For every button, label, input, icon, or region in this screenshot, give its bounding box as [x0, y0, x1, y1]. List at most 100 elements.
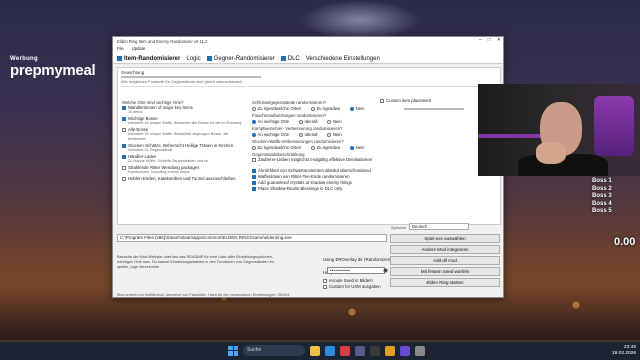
custom-placement-group: Custom item placement [380, 98, 490, 110]
maximize-button[interactable]: □ [488, 37, 491, 43]
checkbox-label: Custom for UXM ausgaben [329, 284, 381, 289]
tab-enemy-randomizer[interactable]: Gegner-Randomisierer [206, 55, 275, 62]
boss-list: Boss 1 Boss 2 Boss 3 Boss 4 Boss 5 [592, 178, 612, 216]
randomizer-app-icon[interactable] [415, 345, 425, 356]
file-explorer-icon[interactable] [310, 345, 320, 356]
radio-option[interactable]: Zu irgendwelche Orten [252, 106, 301, 111]
checkbox-label: Zauberer-Lieben möglichst endgültig effe… [258, 157, 373, 167]
custom-placement-checkbox[interactable]: Custom item placement [380, 98, 490, 103]
radio-option[interactable]: Nein [327, 132, 342, 137]
tab-label: Gegner-Randomisierer [213, 55, 275, 62]
radio-option[interactable]: Zu irgendwo [310, 145, 340, 150]
weighting-slider[interactable] [121, 76, 261, 78]
sponsor-name: prepmymeal [10, 62, 96, 79]
option-checkbox[interactable]: Höhlen-Enden, Katakomben und Tunnel ausz… [122, 176, 246, 181]
checkbox-sublabel: 10 items [128, 110, 143, 114]
launch-elden-ring-button[interactable]: Elden Ring starten [390, 278, 500, 287]
weapon-upgrades-title: Glocken-Waffe-Verbesserungen randomisier… [252, 139, 344, 144]
checkbox-sublabel: Inkludiert 30 unique Waffe. Betrachtet d… [128, 132, 229, 141]
minimize-button[interactable]: – [479, 37, 482, 43]
combat-upgrades-radio: An wichtige Orte überall Nein [252, 132, 376, 137]
checkbox-box [252, 174, 256, 179]
option-checkbox[interactable]: Händler-Laden Zu Hande Wölfe, Schleife Za… [122, 154, 246, 164]
eye-icon[interactable]: ◉ [383, 267, 388, 274]
checkbox-sublabel: Randomizes, Including enemy drops [128, 170, 190, 174]
webcam-overlay [478, 84, 640, 176]
tab-logic[interactable]: Logic [186, 56, 200, 62]
option-checkbox[interactable]: Waffenlösen von Ritter-Tee-Ende randomis… [252, 174, 376, 179]
windows-start-icon[interactable] [228, 345, 238, 356]
flask-upgrades-radio: An wichtige Orte überall Nein [252, 119, 376, 124]
menu-file[interactable]: File [117, 46, 124, 51]
key-items-radio: Zu irgendwelche Orten Zu irgendwo Nein [252, 106, 376, 111]
option-checkbox[interactable]: Wichtige Bosse Inkludiert 40 unique Waffe… [122, 116, 246, 126]
tab-dlc[interactable]: DLC [280, 55, 300, 62]
checkbox-box [122, 116, 126, 121]
tab-label: Item-Randomisierer [124, 55, 181, 62]
taskbar-search[interactable]: Suche [243, 345, 305, 356]
radio-option[interactable]: überall [299, 119, 317, 124]
checkbox-label: Place Shadow-Realm Blessings in DLC only [258, 186, 343, 191]
checkbox-box [122, 154, 126, 159]
app-icon[interactable] [340, 345, 350, 356]
twitch-icon[interactable] [400, 345, 410, 356]
tab-label: Logic [186, 55, 201, 62]
radio-option[interactable]: Nein [327, 119, 342, 124]
option-checkbox[interactable]: Glocken-Schätze, Beherrscht Heilige Trän… [122, 143, 246, 153]
randomize-options-group: Schlüsselgegenstände randomisieren? Zu i… [252, 98, 376, 192]
checkbox-box [252, 180, 256, 185]
boss-item: Boss 3 [592, 193, 612, 200]
close-button[interactable]: ✕ [497, 37, 501, 43]
radio-option[interactable]: Nein [350, 145, 364, 150]
menu-update[interactable]: Update [132, 46, 146, 51]
checkbox-box [122, 105, 126, 110]
footer-text: Mod erstellt von theBlimbull, übersetzt … [117, 293, 290, 297]
weapon-upgrades-radio: Zu irgendwelche Orten Zu irgendwo Nein [252, 145, 376, 150]
radio-option[interactable]: An wichtige Orte [252, 119, 289, 124]
game-path-input[interactable]: C:\Program Files (x86)\Steam\steamapps\c… [117, 234, 387, 242]
obs-icon[interactable] [385, 345, 395, 356]
divider [121, 86, 497, 87]
discord-icon[interactable] [355, 345, 365, 356]
speedrun-timer: 0.00 [614, 236, 636, 248]
radio-option[interactable]: Zu irgendwo [310, 106, 340, 111]
radio-option[interactable]: An wichtige Orte [252, 132, 289, 137]
background-moon [300, 0, 420, 40]
select-exe-button[interactable]: Spiel.exe auswählen [390, 234, 500, 243]
radio-option[interactable]: Nein [350, 106, 364, 111]
option-checkbox[interactable]: Add guaranteed crystals at shadow enemy … [252, 180, 376, 185]
checkbox-sublabel: Inkludiert 40 unique Waffe. Betrachte al… [128, 121, 242, 125]
fixed-seed-roll-button[interactable]: Mit festem Seed würfeln [390, 267, 500, 276]
option-checkbox[interactable]: Strahlende Ritter Wendung packages Random… [122, 165, 246, 175]
flask-upgrades-title: Flaschenaufwertungen randomisieren? [252, 113, 327, 118]
tab-label: DLC [287, 55, 300, 62]
boss-item: Boss 5 [592, 208, 612, 215]
weighting-description: Alle möglichen Fundorte für Gegenstände … [121, 79, 244, 84]
neon-glow [478, 134, 548, 138]
key-items-title: Schlüsselgegenstände randomisieren? [252, 100, 327, 105]
important-locations-group: Welche Orte sind wichtige Orte? Wandleri… [122, 98, 246, 182]
option-checkbox[interactable]: Alle Bosse Inkludiert 30 unique Waffe. Be… [122, 127, 246, 142]
option-checkbox[interactable]: Ähnlichkeit von Schwertmomenten absolut … [252, 168, 376, 173]
radio-option[interactable]: Zu irgendwelche Orten [252, 145, 301, 150]
checkbox-label: Ähnlichkeit von Schwertmomenten absolut … [258, 168, 371, 173]
steam-icon[interactable] [370, 345, 380, 356]
language-label: Sprache [391, 225, 406, 230]
tab-item-randomizer[interactable]: Item-Randomisierer [117, 56, 180, 62]
checkbox-box [122, 143, 126, 148]
option-checkbox[interactable]: Zauberer-Lieben möglichst endgültig effe… [252, 157, 376, 167]
tab-misc-settings[interactable]: Verschiedene Einstellungen [306, 56, 380, 62]
add-dll-mod-button[interactable]: Add dll mod [390, 256, 500, 265]
custom-slider[interactable] [404, 108, 464, 110]
checkbox-box [380, 98, 384, 103]
checkbox-label: Waffenlösen von Ritter-Tee-Ende randomis… [258, 174, 350, 179]
language-select[interactable]: Deutsch [409, 223, 469, 230]
option-checkbox[interactable]: Place Shadow-Realm Blessings in DLC only [252, 186, 376, 191]
seed-input[interactable]: •••••••••• [327, 267, 385, 274]
tab-label: Verschiedene Einstellungen [305, 55, 380, 62]
radio-option[interactable]: überall [299, 132, 317, 137]
integrate-mod-button[interactable]: Andere Mod integrieren [390, 245, 500, 254]
browser-icon[interactable] [325, 345, 335, 356]
option-checkbox[interactable]: Wandlerinnnen of major key items 10 items [122, 105, 246, 115]
tab-square-icon [280, 56, 286, 61]
